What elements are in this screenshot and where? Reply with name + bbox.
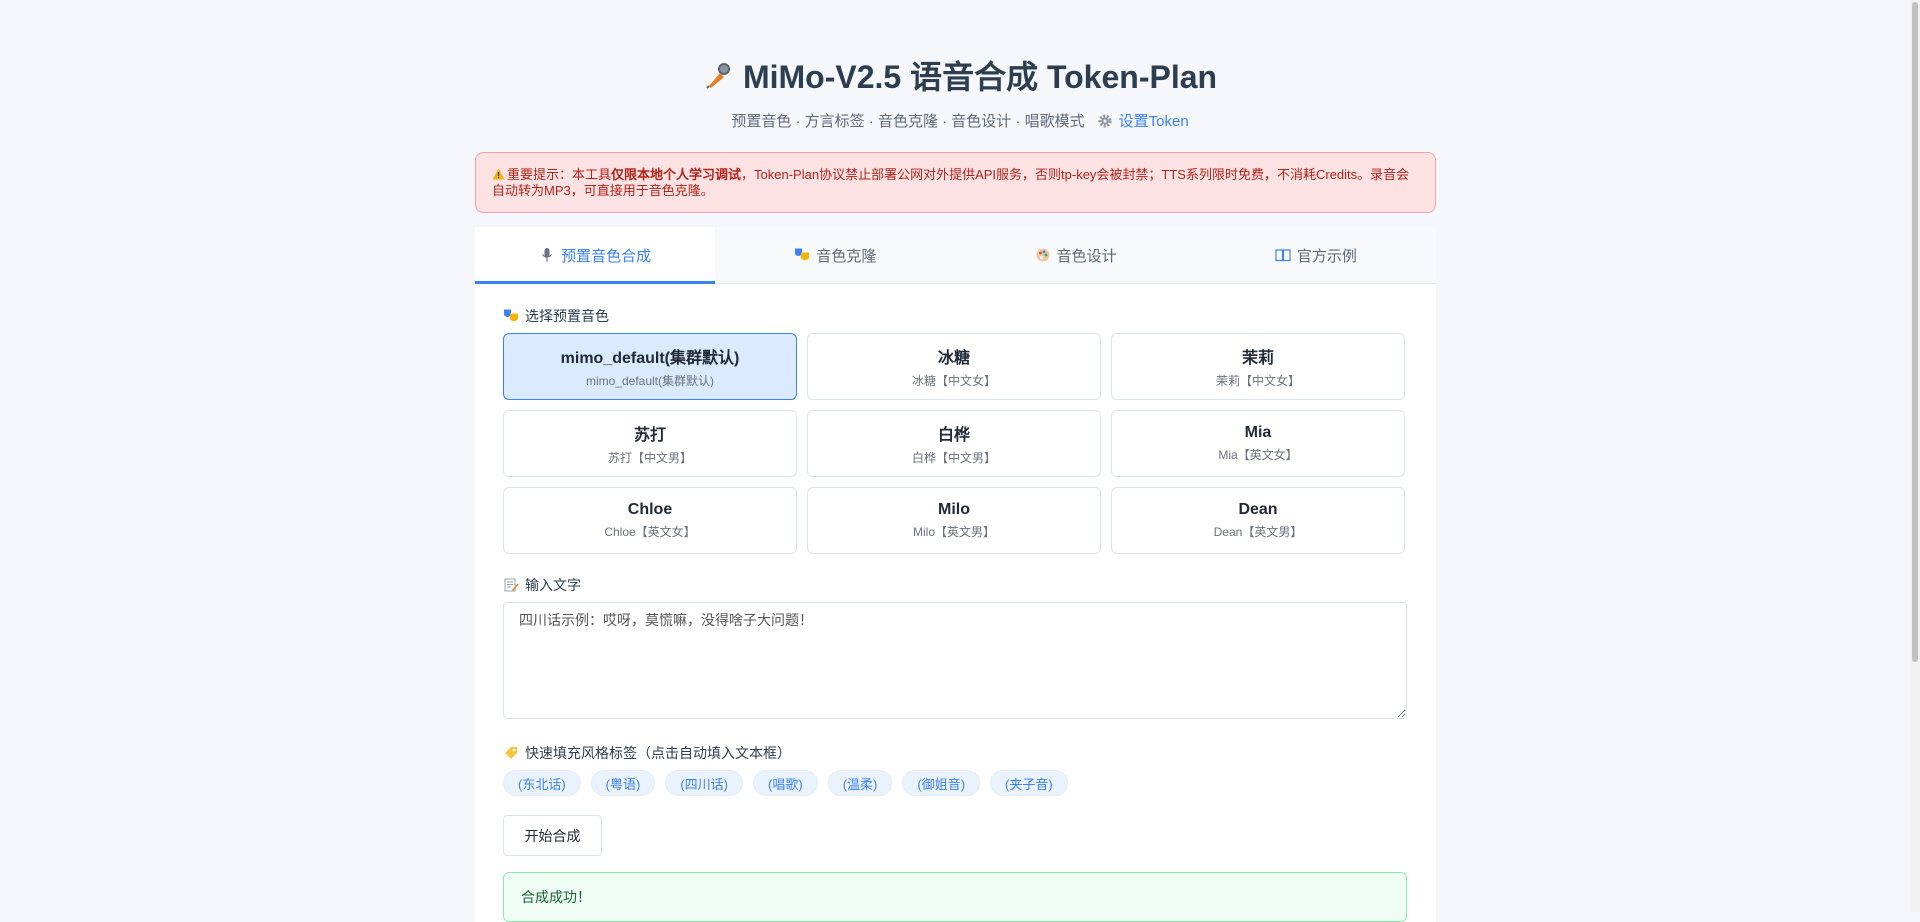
tab-content: 选择预置音色 mimo_default(集群默认) mimo_default(集… xyxy=(475,284,1436,922)
tab-label[interactable]: 官方示例 xyxy=(1297,245,1357,266)
set-token-label[interactable]: 设置Token xyxy=(1119,110,1189,131)
voice-desc: mimo_default(集群默认) xyxy=(585,374,715,388)
theater-masks-icon xyxy=(504,309,518,322)
tags-section-title: 快速填充风格标签（点击自动填入文本框） xyxy=(525,745,791,761)
voice-section-label: 选择预置音色 xyxy=(503,306,1408,326)
style-tag-singing[interactable]: (唱歌) xyxy=(753,770,818,796)
microphone-icon xyxy=(542,248,553,262)
success-alert: 合成成功！ xyxy=(503,872,1407,922)
voice-name: mimo_default(集群默认) xyxy=(560,350,740,367)
tags-section: 快速填充风格标签（点击自动填入文本框） (东北话) (粤语) (四川话) (唱歌… xyxy=(503,743,1408,796)
style-tag-cantonese[interactable]: (粤语) xyxy=(590,770,656,796)
set-token-link[interactable]: 设置Token xyxy=(1097,110,1189,131)
voice-option-mia[interactable]: Mia Mia【英文女】 xyxy=(1111,410,1405,477)
voice-option-moli[interactable]: 茉莉 茉莉【中文女】 xyxy=(1111,333,1405,400)
book-icon xyxy=(1275,249,1291,262)
voice-section-title: 选择预置音色 xyxy=(525,308,609,324)
voice-desc: Chloe【英文女】 xyxy=(604,525,696,539)
main-container: 重要提示：本工具仅限本地个人学习调试，Token-Plan协议禁止部署公网对外提… xyxy=(475,152,1436,922)
gear-icon xyxy=(1098,114,1112,127)
tab-label[interactable]: 预置音色合成 xyxy=(561,245,651,266)
voice-name: Dean xyxy=(1238,501,1278,518)
main-card: 预置音色合成 音色克隆 音色设计 官方示例 选择预置音色 mimo_defaul… xyxy=(475,227,1436,922)
theater-masks-icon xyxy=(795,248,810,261)
voice-option-bingtang[interactable]: 冰糖 冰糖【中文女】 xyxy=(807,333,1101,400)
voice-name: 茉莉 xyxy=(1241,350,1274,367)
style-tag-cute-voice[interactable]: (夹子音) xyxy=(990,770,1068,796)
text-section-title: 输入文字 xyxy=(525,577,581,593)
label-tag-icon xyxy=(505,747,517,759)
voice-option-suda[interactable]: 苏打 苏打【中文男】 xyxy=(503,410,797,477)
style-tag-gentle[interactable]: (温柔) xyxy=(827,770,893,796)
page-subtitle: 预置音色 · 方言标签 · 音色克隆 · 音色设计 · 唱歌模式 设置Token xyxy=(0,110,1920,131)
voice-option-milo[interactable]: Milo Milo【英文男】 xyxy=(807,487,1101,554)
style-tag-mature-female[interactable]: (御姐音) xyxy=(902,770,981,796)
voice-desc: 苏打【中文男】 xyxy=(607,451,692,465)
voice-name: 白桦 xyxy=(937,427,970,444)
text-section: 输入文字 xyxy=(503,575,1408,724)
warning-icon xyxy=(492,168,505,180)
voice-desc: 白桦【中文男】 xyxy=(911,451,996,465)
start-synthesis-button[interactable]: 开始合成 xyxy=(503,815,602,856)
text-input[interactable] xyxy=(503,602,1407,719)
voice-name: 苏打 xyxy=(633,427,666,444)
warning-bold: 仅限本地个人学习调试 xyxy=(611,167,742,182)
page-title: MiMo-V2.5 语音合成 Token-Plan xyxy=(703,52,1217,98)
memo-icon xyxy=(504,578,519,592)
voice-desc: 茉莉【中文女】 xyxy=(1215,374,1300,388)
subtitle-text: 预置音色 · 方言标签 · 音色克隆 · 音色设计 · 唱歌模式 xyxy=(731,113,1085,130)
voice-option-baihua[interactable]: 白桦 白桦【中文男】 xyxy=(807,410,1101,477)
voice-desc: 冰糖【中文女】 xyxy=(911,374,996,388)
warning-prefix: 重要提示：本工具 xyxy=(507,167,612,182)
voice-name: Milo xyxy=(938,501,970,518)
style-tag-northeast[interactable]: (东北话) xyxy=(503,770,581,796)
voice-grid: mimo_default(集群默认) mimo_default(集群默认) 冰糖… xyxy=(503,333,1408,554)
voice-option-chloe[interactable]: Chloe Chloe【英文女】 xyxy=(503,487,797,554)
voice-desc: Dean【英文男】 xyxy=(1213,525,1303,539)
voice-name: 冰糖 xyxy=(937,350,970,367)
voice-option-mimo-default[interactable]: mimo_default(集群默认) mimo_default(集群默认) xyxy=(503,333,797,400)
warning-banner: 重要提示：本工具仅限本地个人学习调试，Token-Plan协议禁止部署公网对外提… xyxy=(475,152,1436,213)
voice-desc: Mia【英文女】 xyxy=(1218,448,1298,462)
tab-official-examples[interactable]: 官方示例 xyxy=(1196,227,1436,283)
tags-section-label: 快速填充风格标签（点击自动填入文本框） xyxy=(503,743,1408,763)
page-scrollbar[interactable] xyxy=(1910,0,1920,912)
tab-voice-clone[interactable]: 音色克隆 xyxy=(715,227,955,283)
scrollbar-thumb[interactable] xyxy=(1912,2,1918,662)
tab-voice-design[interactable]: 音色设计 xyxy=(956,227,1196,283)
tab-bar: 预置音色合成 音色克隆 音色设计 官方示例 xyxy=(475,227,1436,284)
tab-preset-voice[interactable]: 预置音色合成 xyxy=(475,227,716,284)
tab-label[interactable]: 音色克隆 xyxy=(816,245,876,266)
page-header: MiMo-V2.5 语音合成 Token-Plan 预置音色 · 方言标签 · … xyxy=(0,0,1920,131)
palette-icon xyxy=(1036,248,1050,262)
voice-option-dean[interactable]: Dean Dean【英文男】 xyxy=(1111,487,1405,554)
voice-name: Mia xyxy=(1244,424,1272,441)
voice-desc: Milo【英文男】 xyxy=(912,525,995,539)
page-title-text: MiMo-V2.5 语音合成 Token-Plan xyxy=(742,59,1218,95)
style-tag-sichuan[interactable]: (四川话) xyxy=(665,770,744,796)
tab-label[interactable]: 音色设计 xyxy=(1057,245,1117,266)
text-section-label: 输入文字 xyxy=(503,575,1408,595)
voice-name: Chloe xyxy=(627,501,673,518)
microphone-icon xyxy=(706,63,730,89)
style-tags: (东北话) (粤语) (四川话) (唱歌) (温柔) (御姐音) (夹子音) xyxy=(503,770,1408,796)
